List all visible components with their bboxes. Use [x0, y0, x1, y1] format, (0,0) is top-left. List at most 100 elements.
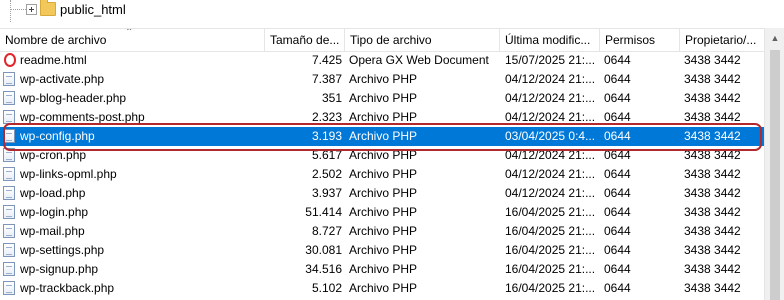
- php-file-icon: [3, 262, 15, 276]
- file-list: readme.html 7.425 Opera GX Web Document 15/…: [0, 51, 764, 298]
- file-name-cell: wp-mail.php: [0, 222, 262, 241]
- file-row[interactable]: wp-load.php 3.937 Archivo PHP 04/12/2024 21…: [0, 184, 764, 203]
- file-name: wp-settings.php: [20, 243, 105, 257]
- file-name: wp-load.php: [20, 186, 86, 200]
- file-owner: 3438 3442: [684, 72, 741, 86]
- php-file-icon: [3, 224, 15, 238]
- file-size: 8.727: [311, 224, 342, 238]
- file-size: 5.102: [311, 281, 342, 295]
- file-name-cell: wp-trackback.php: [0, 279, 262, 298]
- column-header-modified[interactable]: Última modific...: [500, 29, 600, 51]
- php-file-icon: [3, 205, 15, 219]
- file-owner: 3438 3442: [684, 91, 741, 105]
- file-permissions: 0644: [604, 186, 631, 200]
- scroll-up-icon[interactable]: ▲: [765, 28, 784, 48]
- file-modified: 15/07/2025 21:...: [505, 53, 596, 67]
- file-type: Archivo PHP: [349, 167, 418, 181]
- file-size: 30.081: [305, 243, 342, 257]
- file-row[interactable]: wp-activate.php 7.387 Archivo PHP 04/12/202…: [0, 70, 764, 89]
- highlight-annotation: [3, 123, 762, 151]
- file-modified: 04/12/2024 21:...: [505, 186, 596, 200]
- file-permissions: 0644: [604, 224, 631, 238]
- file-name-cell: wp-login.php: [0, 203, 262, 222]
- file-row[interactable]: wp-mail.php 8.727 Archivo PHP 16/04/2025 21…: [0, 222, 764, 241]
- file-type: Archivo PHP: [349, 72, 418, 86]
- file-list-header: Nombre de archivo ⌃ Tamaño de... Tipo de…: [0, 28, 784, 52]
- folder-icon: [40, 0, 56, 16]
- php-file-icon: [3, 91, 15, 105]
- file-size: 2.502: [311, 167, 342, 181]
- file-type: Opera GX Web Document: [349, 53, 489, 67]
- scrollbar-thumb[interactable]: [770, 50, 780, 300]
- sort-ascending-icon: ⌃: [125, 29, 134, 38]
- column-header-type[interactable]: Tipo de archivo: [345, 29, 500, 51]
- vertical-scrollbar[interactable]: ▲: [764, 28, 784, 300]
- file-modified: 04/12/2024 21:...: [505, 91, 596, 105]
- file-owner: 3438 3442: [684, 281, 741, 295]
- file-owner: 3438 3442: [684, 53, 741, 67]
- file-name-cell: wp-settings.php: [0, 241, 262, 260]
- file-size: 3.937: [311, 186, 342, 200]
- file-type: Archivo PHP: [349, 224, 418, 238]
- column-header-name-label: Nombre de archivo: [5, 33, 107, 47]
- file-name: wp-blog-header.php: [20, 91, 127, 105]
- file-permissions: 0644: [604, 262, 631, 276]
- directory-tree: public_html: [0, 0, 784, 22]
- file-owner: 3438 3442: [684, 205, 741, 219]
- file-type: Archivo PHP: [349, 186, 418, 200]
- file-permissions: 0644: [604, 72, 631, 86]
- file-row[interactable]: readme.html 7.425 Opera GX Web Document 15/…: [0, 51, 764, 70]
- column-header-size[interactable]: Tamaño de...: [265, 29, 345, 51]
- column-header-owner[interactable]: Propietario/...: [680, 29, 764, 51]
- file-row[interactable]: wp-blog-header.php 351 Archivo PHP 04/12/20…: [0, 89, 764, 108]
- file-row[interactable]: wp-trackback.php 5.102 Archivo PHP 16/04/20…: [0, 279, 764, 298]
- column-header-size-label: Tamaño de...: [270, 33, 340, 47]
- php-file-icon: [3, 186, 15, 200]
- column-header-permissions-label: Permisos: [605, 33, 656, 47]
- file-modified: 16/04/2025 21:...: [505, 262, 596, 276]
- file-name: wp-signup.php: [20, 262, 99, 276]
- file-modified: 16/04/2025 21:...: [505, 243, 596, 257]
- file-owner: 3438 3442: [684, 243, 741, 257]
- php-file-icon: [3, 110, 15, 124]
- file-size: 7.425: [311, 53, 342, 67]
- expand-icon[interactable]: [26, 4, 37, 15]
- column-header-permissions[interactable]: Permisos: [600, 29, 680, 51]
- file-name: wp-activate.php: [20, 72, 105, 86]
- file-name-cell: wp-signup.php: [0, 260, 262, 279]
- file-permissions: 0644: [604, 167, 631, 181]
- file-type: Archivo PHP: [349, 281, 418, 295]
- file-modified: 16/04/2025 21:...: [505, 281, 596, 295]
- file-type: Archivo PHP: [349, 91, 418, 105]
- file-name: readme.html: [20, 53, 87, 67]
- file-permissions: 0644: [604, 281, 631, 295]
- file-size: 34.516: [305, 262, 342, 276]
- file-owner: 3438 3442: [684, 167, 741, 181]
- column-header-owner-label: Propietario/...: [685, 33, 757, 47]
- file-size: 51.414: [305, 205, 342, 219]
- tree-folder-label[interactable]: public_html: [60, 2, 126, 17]
- file-name: wp-trackback.php: [20, 281, 115, 295]
- file-name-cell: wp-blog-header.php: [0, 89, 262, 108]
- file-type: Archivo PHP: [349, 262, 418, 276]
- file-name: wp-mail.php: [20, 224, 85, 238]
- file-row[interactable]: wp-settings.php 30.081 Archivo PHP 16/04/20…: [0, 241, 764, 260]
- file-type: Archivo PHP: [349, 243, 418, 257]
- column-header-modified-label: Última modific...: [505, 33, 591, 47]
- file-row[interactable]: wp-login.php 51.414 Archivo PHP 16/04/2025 …: [0, 203, 764, 222]
- opera-icon: [4, 53, 16, 67]
- column-header-name[interactable]: Nombre de archivo ⌃: [0, 29, 265, 51]
- file-row[interactable]: wp-links-opml.php 2.502 Archivo PHP 04/12/2…: [0, 165, 764, 184]
- file-row[interactable]: wp-signup.php 34.516 Archivo PHP 16/04/2025…: [0, 260, 764, 279]
- file-name-cell: wp-load.php: [0, 184, 262, 203]
- file-owner: 3438 3442: [684, 262, 741, 276]
- php-file-icon: [3, 72, 15, 86]
- file-permissions: 0644: [604, 205, 631, 219]
- file-owner: 3438 3442: [684, 186, 741, 200]
- php-file-icon: [3, 243, 15, 257]
- file-name-cell: readme.html: [0, 51, 262, 70]
- tree-connector: [10, 0, 27, 22]
- file-modified: 16/04/2025 21:...: [505, 224, 596, 238]
- file-permissions: 0644: [604, 91, 631, 105]
- file-modified: 16/04/2025 21:...: [505, 205, 596, 219]
